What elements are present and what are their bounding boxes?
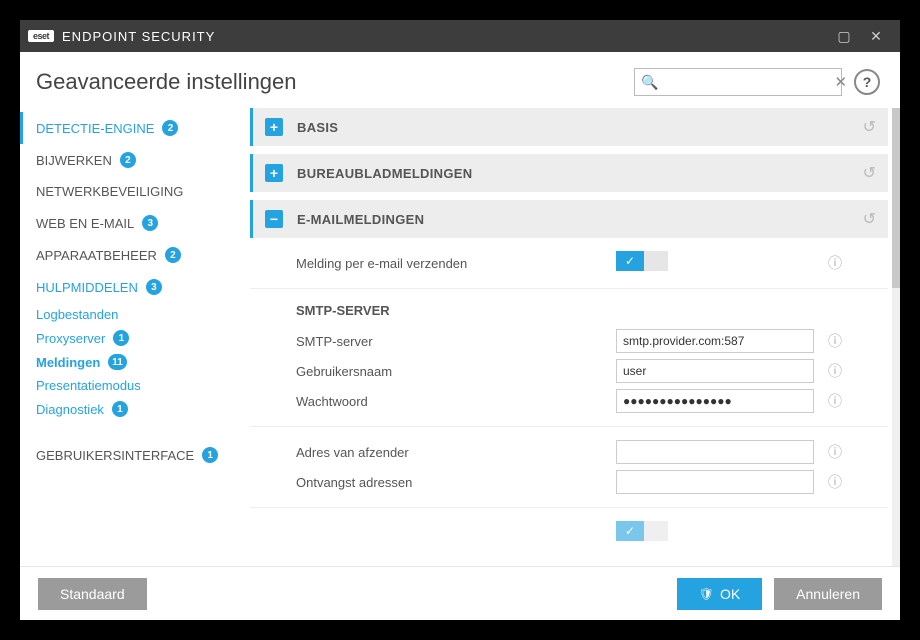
revert-icon[interactable]: ↺ bbox=[863, 163, 876, 183]
clear-search-icon[interactable]: ✕ bbox=[834, 73, 847, 91]
label-send-email: Melding per e-mail verzenden bbox=[296, 256, 616, 271]
header: Geavanceerde instellingen 🔍 ✕ ? bbox=[20, 52, 900, 108]
label-smtp-server: SMTP-server bbox=[296, 334, 616, 349]
label-recipient-addresses: Ontvangst adressen bbox=[296, 475, 616, 490]
section-bureaubladmeldingen: + BUREAUBLADMELDINGEN ↺ bbox=[250, 154, 888, 192]
input-sender-address[interactable] bbox=[616, 440, 814, 464]
sidebar-group-hulpmiddelen[interactable]: HULPMIDDELEN 3 bbox=[20, 271, 250, 303]
check-icon: ✓ bbox=[616, 521, 644, 541]
section-emailmeldingen: − E-MAILMELDINGEN ↺ Melding per e-mail v… bbox=[250, 200, 888, 558]
input-smtp-server[interactable] bbox=[616, 329, 814, 353]
info-icon[interactable]: ⓘ bbox=[816, 361, 842, 381]
sidebar-group-label: NETWERKBEVEILIGING bbox=[36, 184, 183, 199]
sidebar-item-logbestanden[interactable]: Logbestanden bbox=[20, 303, 250, 326]
info-icon[interactable]: ⓘ bbox=[816, 253, 842, 273]
sidebar-item-label: Logbestanden bbox=[36, 307, 118, 322]
label-truncated bbox=[296, 526, 616, 541]
content-area: + BASIS ↺ + BUREAUBLADMELDINGEN ↺ − bbox=[250, 108, 900, 566]
brand-name: ENDPOINT SECURITY bbox=[62, 29, 215, 44]
help-button[interactable]: ? bbox=[854, 69, 880, 95]
section-header-bureaubladmeldingen[interactable]: + BUREAUBLADMELDINGEN ↺ bbox=[250, 154, 888, 192]
revert-icon[interactable]: ↺ bbox=[863, 209, 876, 229]
input-recipient-addresses[interactable] bbox=[616, 470, 814, 494]
sidebar-group-label: GEBRUIKERSINTERFACE bbox=[36, 448, 194, 463]
page-title: Geavanceerde instellingen bbox=[36, 69, 634, 95]
badge: 3 bbox=[142, 215, 158, 231]
sidebar-item-proxyserver[interactable]: Proxyserver 1 bbox=[20, 326, 250, 350]
badge: 2 bbox=[120, 152, 136, 168]
check-icon: ✓ bbox=[616, 251, 644, 271]
revert-icon[interactable]: ↺ bbox=[863, 117, 876, 137]
window-maximize-icon[interactable]: ▢ bbox=[828, 20, 860, 52]
sidebar-item-label: Proxyserver bbox=[36, 331, 105, 346]
ok-button-label: OK bbox=[720, 586, 740, 602]
sidebar-group-label: BIJWERKEN bbox=[36, 153, 112, 168]
sidebar-group-label: WEB EN E-MAIL bbox=[36, 216, 134, 231]
badge: 2 bbox=[162, 120, 178, 136]
cancel-button[interactable]: Annuleren bbox=[774, 578, 882, 610]
label-sender-address: Adres van afzender bbox=[296, 445, 616, 460]
sidebar-group-bijwerken[interactable]: BIJWERKEN 2 bbox=[20, 144, 250, 176]
app-window: eset ENDPOINT SECURITY ▢ ✕ Geavanceerde … bbox=[20, 20, 900, 620]
collapse-icon: − bbox=[265, 210, 283, 228]
subhead-smtp-server: SMTP-SERVER bbox=[296, 303, 874, 318]
info-icon[interactable]: ⓘ bbox=[816, 442, 842, 462]
section-header-basis[interactable]: + BASIS ↺ bbox=[250, 108, 888, 146]
badge: 2 bbox=[165, 247, 181, 263]
section-title: E-MAILMELDINGEN bbox=[297, 212, 863, 227]
section-header-emailmeldingen[interactable]: − E-MAILMELDINGEN ↺ bbox=[250, 200, 888, 238]
titlebar: eset ENDPOINT SECURITY ▢ ✕ bbox=[20, 20, 900, 52]
expand-icon: + bbox=[265, 118, 283, 136]
label-password: Wachtwoord bbox=[296, 394, 616, 409]
sidebar-group-netwerkbeveiliging[interactable]: NETWERKBEVEILIGING bbox=[20, 176, 250, 207]
badge: 1 bbox=[202, 447, 218, 463]
sidebar-group-web-en-email[interactable]: WEB EN E-MAIL 3 bbox=[20, 207, 250, 239]
default-button[interactable]: Standaard bbox=[38, 578, 147, 610]
sidebar-group-gebruikersinterface[interactable]: GEBRUIKERSINTERFACE 1 bbox=[20, 439, 250, 471]
ok-button[interactable]: 🛡 OK bbox=[677, 578, 762, 610]
toggle-truncated[interactable]: ✓ bbox=[616, 521, 668, 541]
sidebar-group-apparaatbeheer[interactable]: APPARAATBEHEER 2 bbox=[20, 239, 250, 271]
input-username[interactable] bbox=[616, 359, 814, 383]
search-icon: 🔍 bbox=[641, 74, 658, 91]
sidebar-item-presentatiemodus[interactable]: Presentatiemodus bbox=[20, 374, 250, 397]
search-input[interactable] bbox=[658, 75, 834, 90]
footer: Standaard 🛡 OK Annuleren bbox=[20, 566, 900, 620]
sidebar-item-label: Diagnostiek bbox=[36, 402, 104, 417]
expand-icon: + bbox=[265, 164, 283, 182]
label-username: Gebruikersnaam bbox=[296, 364, 616, 379]
sidebar: DETECTIE-ENGINE 2 BIJWERKEN 2 NETWERKBEV… bbox=[20, 108, 250, 566]
sidebar-group-label: HULPMIDDELEN bbox=[36, 280, 138, 295]
window-close-icon[interactable]: ✕ bbox=[860, 20, 892, 52]
scrollbar-thumb[interactable] bbox=[892, 108, 900, 288]
sidebar-group-label: DETECTIE-ENGINE bbox=[36, 121, 154, 136]
sidebar-group-detectie-engine[interactable]: DETECTIE-ENGINE 2 bbox=[20, 112, 250, 144]
sidebar-item-label: Meldingen bbox=[36, 355, 100, 370]
toggle-send-email[interactable]: ✓ bbox=[616, 251, 668, 271]
info-icon[interactable]: ⓘ bbox=[816, 391, 842, 411]
sidebar-group-label: APPARAATBEHEER bbox=[36, 248, 157, 263]
info-icon[interactable]: ⓘ bbox=[816, 331, 842, 351]
input-password[interactable] bbox=[616, 389, 814, 413]
search-box[interactable]: 🔍 ✕ bbox=[634, 68, 842, 96]
badge: 11 bbox=[108, 354, 127, 370]
sidebar-item-label: Presentatiemodus bbox=[36, 378, 141, 393]
sidebar-item-meldingen[interactable]: Meldingen 11 bbox=[20, 350, 250, 374]
info-icon[interactable]: ⓘ bbox=[816, 472, 842, 492]
section-basis: + BASIS ↺ bbox=[250, 108, 888, 146]
scrollbar-track[interactable] bbox=[892, 108, 900, 566]
badge: 3 bbox=[146, 279, 162, 295]
brand-badge: eset bbox=[28, 30, 54, 42]
sidebar-item-diagnostiek[interactable]: Diagnostiek 1 bbox=[20, 397, 250, 421]
section-title: BUREAUBLADMELDINGEN bbox=[297, 166, 863, 181]
badge: 1 bbox=[112, 401, 128, 417]
section-title: BASIS bbox=[297, 120, 863, 135]
badge: 1 bbox=[113, 330, 129, 346]
shield-icon: 🛡 bbox=[699, 587, 714, 601]
